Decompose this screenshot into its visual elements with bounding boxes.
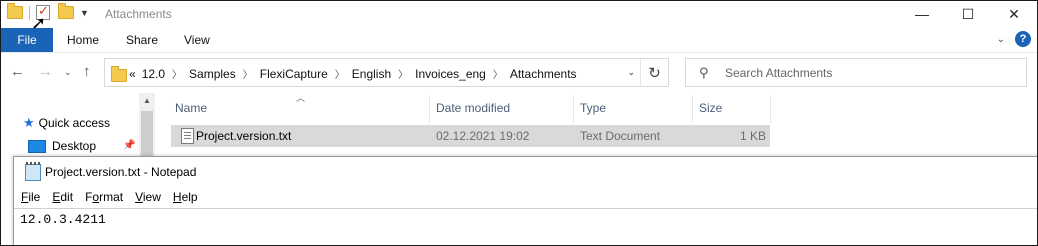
- file-type: Text Document: [580, 129, 661, 143]
- tab-view[interactable]: View: [184, 33, 210, 47]
- column-divider[interactable]: [692, 95, 693, 123]
- notepad-icon: [25, 162, 41, 181]
- column-header-name[interactable]: Name: [175, 101, 207, 115]
- column-header-type[interactable]: Type: [580, 101, 606, 115]
- navigation-pane: ★ Quick access Desktop 📌: [1, 93, 156, 157]
- desktop-icon: [28, 139, 46, 153]
- text-file-icon: [181, 128, 194, 144]
- column-header-size[interactable]: Size: [699, 101, 722, 115]
- breadcrumb-separator-icon[interactable]: 〉: [243, 66, 253, 81]
- tab-file[interactable]: File: [1, 28, 53, 52]
- breadcrumb-item[interactable]: FlexiCapture: [260, 67, 328, 81]
- breadcrumb-item[interactable]: Samples: [189, 67, 236, 81]
- tab-home[interactable]: Home: [67, 33, 99, 47]
- sidebar-item-quick-access[interactable]: ★ Quick access: [23, 115, 110, 131]
- maximize-icon[interactable]: ☐: [945, 1, 991, 27]
- tab-share[interactable]: Share: [126, 33, 158, 47]
- refresh-icon[interactable]: ↻: [640, 59, 668, 86]
- notepad-text-area[interactable]: 12.0.3.4211: [14, 208, 1037, 245]
- menu-edit[interactable]: Edit: [52, 190, 73, 204]
- pin-icon[interactable]: 📌: [123, 140, 135, 151]
- table-row[interactable]: Project.version.txt 02.12.2021 19:02 Tex…: [171, 125, 770, 147]
- scroll-up-icon[interactable]: ▲: [143, 96, 151, 105]
- up-arrow-icon[interactable]: ↑: [83, 63, 91, 80]
- nav-pane-scrollbar[interactable]: ▲: [139, 93, 155, 157]
- address-bar[interactable]: « 12.0 〉 Samples 〉 FlexiCapture 〉 Englis…: [104, 58, 669, 87]
- minimize-icon[interactable]: —: [899, 1, 945, 27]
- notepad-menu-bar: File Edit Format View Help: [21, 190, 210, 204]
- breadcrumb-item[interactable]: Invoices_eng: [415, 67, 486, 81]
- sidebar-item-label: Quick access: [38, 116, 111, 130]
- window-controls: — ☐ ✕: [899, 1, 1037, 27]
- menu-view[interactable]: View: [135, 190, 161, 204]
- customize-toolbar-dropdown-icon[interactable]: ▼: [80, 8, 89, 18]
- column-divider[interactable]: [573, 95, 574, 123]
- notepad-content: 12.0.3.4211: [20, 212, 106, 227]
- notepad-window[interactable]: Project.version.txt - Notepad File Edit …: [13, 156, 1037, 245]
- star-icon: ★: [23, 115, 35, 130]
- breadcrumb: « 12.0 〉 Samples 〉 FlexiCapture 〉 Englis…: [129, 66, 577, 82]
- search-placeholder: Search Attachments: [725, 66, 833, 80]
- forward-arrow-icon[interactable]: →: [38, 63, 53, 80]
- notepad-title: Project.version.txt - Notepad: [45, 165, 197, 179]
- breadcrumb-separator-icon[interactable]: 〉: [172, 66, 182, 81]
- column-divider[interactable]: [429, 95, 430, 123]
- quick-access-toolbar: ▼: [7, 3, 89, 20]
- breadcrumb-item[interactable]: Attachments: [510, 67, 577, 81]
- column-header-date-modified[interactable]: Date modified: [436, 101, 510, 115]
- breadcrumb-separator-icon[interactable]: 〉: [398, 66, 408, 81]
- column-divider[interactable]: [770, 95, 771, 123]
- window-title: Attachments: [105, 7, 172, 21]
- back-arrow-icon[interactable]: ←: [10, 63, 25, 80]
- toolbar-separator: [29, 5, 30, 20]
- file-list: ︿ Name Date modified Type Size Project.v…: [161, 93, 1031, 157]
- breadcrumb-separator-icon[interactable]: 〉: [335, 66, 345, 81]
- file-date-modified: 02.12.2021 19:02: [436, 129, 530, 143]
- folder-icon: [111, 66, 127, 82]
- breadcrumb-item[interactable]: English: [352, 67, 391, 81]
- notepad-title-bar[interactable]: Project.version.txt - Notepad: [14, 157, 1037, 185]
- file-size: 1 KB: [739, 129, 766, 143]
- menu-file[interactable]: File: [21, 190, 40, 204]
- file-name: Project.version.txt: [196, 129, 292, 143]
- search-icon: ⚲: [699, 65, 709, 80]
- close-icon[interactable]: ✕: [991, 1, 1037, 27]
- recent-locations-chevron-icon[interactable]: ⌄: [64, 67, 72, 78]
- navigation-bar: ← → ⌄ ↑ « 12.0 〉 Samples 〉 FlexiCapture …: [1, 53, 1037, 93]
- scrollbar-thumb[interactable]: [141, 111, 153, 157]
- sort-ascending-icon: ︿: [296, 93, 306, 103]
- explorer-title-bar: ▼ ➚ Attachments — ☐ ✕: [1, 1, 1037, 33]
- screenshot-frame: ▼ ➚ Attachments — ☐ ✕ File Home Share Vi…: [0, 0, 1038, 246]
- new-folder-icon[interactable]: [58, 3, 74, 19]
- menu-format[interactable]: Format: [85, 190, 123, 204]
- ribbon-tabs: File Home Share View ⌄ ?: [1, 28, 1037, 53]
- menu-help[interactable]: Help: [173, 190, 198, 204]
- sidebar-item-desktop[interactable]: Desktop: [28, 139, 96, 153]
- sidebar-item-label: Desktop: [52, 139, 97, 153]
- breadcrumb-separator-icon[interactable]: 〉: [493, 66, 503, 81]
- help-icon[interactable]: ?: [1015, 31, 1031, 47]
- ribbon-right-controls: ⌄ ?: [997, 31, 1031, 47]
- search-box[interactable]: ⚲ Search Attachments: [685, 58, 1027, 87]
- folder-icon[interactable]: [7, 3, 23, 19]
- expand-ribbon-chevron-icon[interactable]: ⌄: [997, 34, 1005, 45]
- breadcrumb-overflow[interactable]: «: [129, 67, 136, 81]
- breadcrumb-item[interactable]: 12.0: [142, 67, 165, 81]
- address-dropdown-chevron-icon[interactable]: ⌄: [627, 67, 635, 78]
